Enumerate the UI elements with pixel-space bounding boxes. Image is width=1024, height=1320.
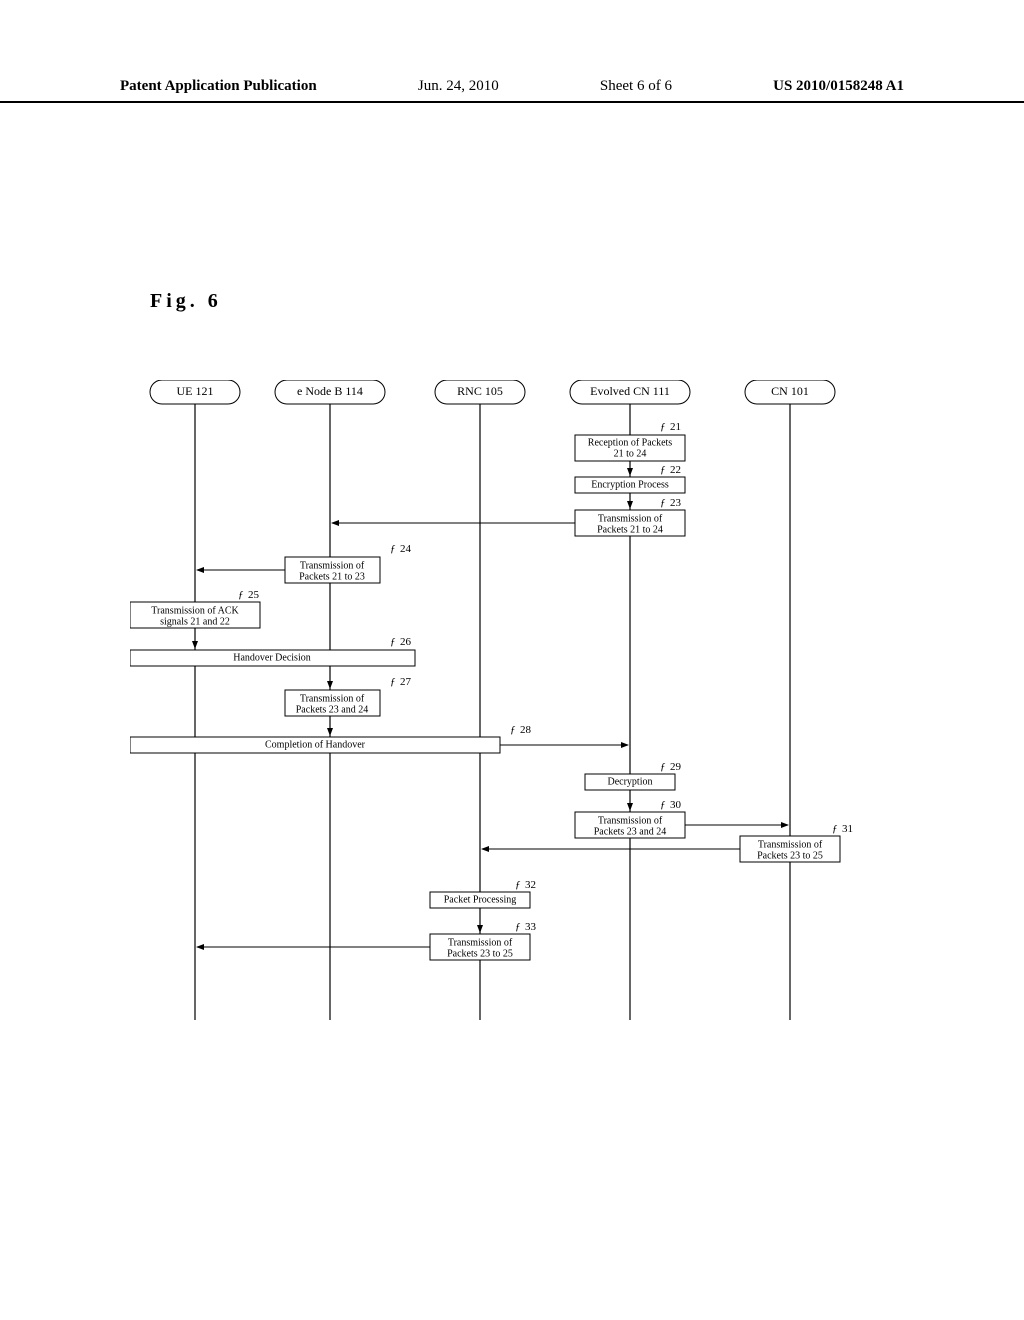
svg-text:Packets 21 to 24: Packets 21 to 24: [597, 524, 663, 535]
svg-text:26: 26: [400, 636, 412, 648]
svg-text:27: 27: [400, 676, 412, 688]
svg-text:ƒ: ƒ: [660, 421, 666, 433]
svg-text:Handover Decision: Handover Decision: [233, 652, 310, 663]
svg-text:ƒ: ƒ: [832, 823, 838, 835]
svg-text:ƒ: ƒ: [660, 761, 666, 773]
lane-header-cn: CN 101: [745, 380, 835, 404]
lane-ue-label: UE 121: [177, 384, 214, 398]
step-23: ƒ 23 Transmission of Packets 21 to 24: [330, 497, 685, 555]
publication-type: Patent Application Publication: [120, 78, 317, 95]
svg-text:21: 21: [670, 421, 681, 433]
step-33: ƒ 33 Transmission of Packets 23 to 25: [197, 921, 537, 960]
svg-text:24: 24: [400, 543, 412, 555]
svg-text:Packets 23 and 24: Packets 23 and 24: [296, 704, 369, 715]
svg-text:Transmission of: Transmission of: [598, 815, 663, 826]
svg-text:Transmission of ACK: Transmission of ACK: [151, 605, 239, 616]
svg-text:ƒ: ƒ: [390, 636, 396, 648]
sheet-number: Sheet 6 of 6: [600, 78, 672, 95]
svg-text:21 to 24: 21 to 24: [614, 448, 647, 459]
svg-text:Transmission of: Transmission of: [758, 839, 823, 850]
svg-text:31: 31: [842, 823, 853, 835]
step-26: ƒ 26 Handover Decision: [130, 636, 415, 688]
svg-text:signals 21 and 22: signals 21 and 22: [160, 616, 230, 627]
svg-text:Transmission of: Transmission of: [598, 513, 663, 524]
svg-text:25: 25: [248, 589, 260, 601]
svg-text:33: 33: [525, 921, 537, 933]
svg-text:Completion of Handover: Completion of Handover: [265, 739, 366, 750]
step-29: ƒ 29 Decryption: [585, 761, 682, 810]
publication-number: US 2010/0158248 A1: [773, 78, 904, 95]
svg-text:Reception of Packets: Reception of Packets: [588, 437, 673, 448]
svg-text:Transmission of: Transmission of: [448, 937, 513, 948]
svg-text:29: 29: [670, 761, 682, 773]
step-30: ƒ 30 Transmission of Packets 23 and 24: [575, 799, 788, 838]
svg-text:ƒ: ƒ: [238, 589, 244, 601]
svg-text:ƒ: ƒ: [515, 921, 521, 933]
svg-text:Packets 23 to 25: Packets 23 to 25: [447, 948, 513, 959]
svg-text:ƒ: ƒ: [660, 799, 666, 811]
svg-text:ƒ: ƒ: [515, 879, 521, 891]
publication-date: Jun. 24, 2010: [418, 78, 499, 95]
step-28: ƒ 28 Completion of Handover: [130, 724, 630, 772]
lane-evolved-cn-label: Evolved CN 111: [590, 384, 670, 398]
lane-cn-label: CN 101: [771, 384, 809, 398]
figure-title: Fig. 6: [150, 290, 222, 313]
step-24: ƒ 24 Transmission of Packets 21 to 23: [195, 543, 412, 600]
svg-text:ƒ: ƒ: [390, 543, 396, 555]
svg-text:23: 23: [670, 497, 682, 509]
svg-text:28: 28: [520, 724, 532, 736]
svg-text:22: 22: [670, 464, 681, 476]
svg-text:Decryption: Decryption: [608, 776, 653, 787]
lane-header-ue: UE 121: [150, 380, 240, 404]
svg-text:Encryption Process: Encryption Process: [591, 479, 669, 490]
svg-text:Packets 23 and 24: Packets 23 and 24: [594, 826, 667, 837]
svg-text:ƒ: ƒ: [390, 676, 396, 688]
lane-header-enodeb: e Node B 114: [275, 380, 385, 404]
patent-header: Patent Application Publication Jun. 24, …: [0, 78, 1024, 103]
svg-text:Packets 23 to 25: Packets 23 to 25: [757, 850, 823, 861]
svg-text:ƒ: ƒ: [660, 464, 666, 476]
lane-enodeb-label: e Node B 114: [297, 384, 363, 398]
svg-text:Packets 21 to 23: Packets 21 to 23: [299, 571, 365, 582]
step-27: ƒ 27 Transmission of Packets 23 and 24: [285, 676, 412, 735]
svg-text:ƒ: ƒ: [660, 497, 666, 509]
lane-header-rnc: RNC 105: [435, 380, 525, 404]
svg-text:ƒ: ƒ: [510, 724, 516, 736]
lane-header-evolved-cn: Evolved CN 111: [570, 380, 690, 404]
svg-text:32: 32: [525, 879, 536, 891]
sequence-diagram: UE 121 e Node B 114 RNC 105 Evolved CN 1…: [130, 380, 910, 1030]
svg-text:Packet Processing: Packet Processing: [444, 894, 517, 905]
lane-rnc-label: RNC 105: [457, 384, 503, 398]
svg-text:Transmission of: Transmission of: [300, 560, 365, 571]
svg-text:30: 30: [670, 799, 682, 811]
svg-text:Transmission of: Transmission of: [300, 693, 365, 704]
